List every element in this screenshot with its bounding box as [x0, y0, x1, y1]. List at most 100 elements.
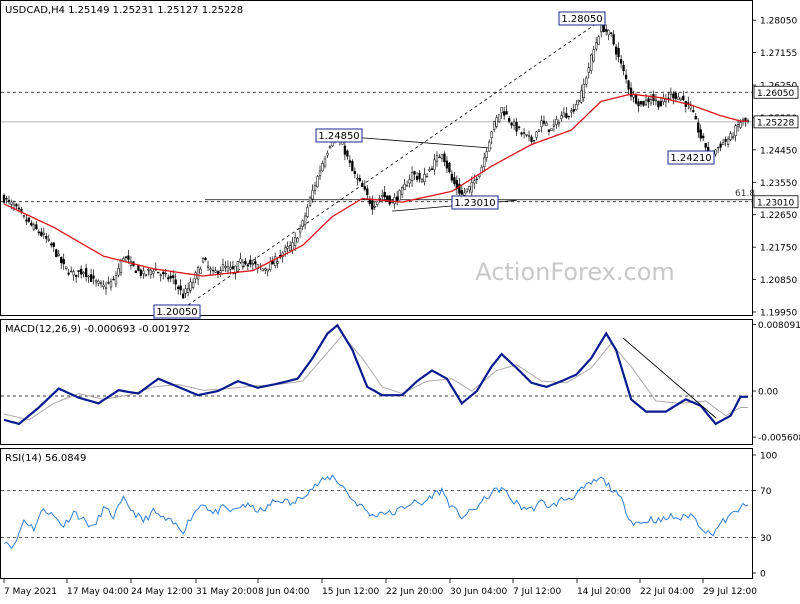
- candle-body: [692, 110, 695, 113]
- candle-body: [562, 112, 566, 118]
- candle-body: [634, 94, 638, 104]
- rsi-y-tick-label: 100: [760, 452, 777, 462]
- candle-body: [137, 265, 140, 271]
- candle-body: [433, 159, 436, 171]
- candle-body: [249, 259, 252, 265]
- rsi-y-tick-label: 30: [760, 534, 772, 544]
- price-panel-title: USDCAD,H4 1.25149 1.25231 1.25127 1.2522…: [5, 5, 243, 16]
- chart-root: ActionForex.com 1.28050 1.24850 1.24210 1.2…: [0, 0, 800, 600]
- macd-y-tick-label: 0.008091: [758, 321, 800, 331]
- level-annotation-label: 1.24850: [318, 131, 359, 142]
- candle-body: [57, 253, 60, 256]
- candle-body: [470, 182, 473, 193]
- candle-body: [25, 219, 28, 222]
- candle-body: [587, 67, 590, 73]
- candle-body: [10, 201, 13, 205]
- candle-body: [605, 29, 608, 32]
- candle-body: [201, 257, 205, 263]
- candle-body: [124, 256, 128, 259]
- candle-body: [5, 198, 8, 200]
- candle-body: [211, 269, 215, 272]
- candle-body: [366, 188, 369, 196]
- macd-y-axis: 0.008091 0.00 -0.005608: [752, 321, 800, 444]
- candle-body: [351, 160, 354, 172]
- candle-body: [627, 80, 630, 90]
- x-axis: 7 May 2021 17 May 04:00 24 May 12:00 31 May…: [3, 578, 757, 597]
- level-annotation-label: 1.23010: [454, 198, 495, 209]
- candle-body: [174, 279, 177, 285]
- level-annotation-label: 1.28050: [561, 14, 602, 25]
- candle-body: [117, 268, 120, 276]
- candle-body: [42, 232, 45, 235]
- candle-body: [72, 271, 75, 276]
- candle-body: [378, 197, 381, 200]
- candle-body: [520, 132, 523, 135]
- candle-body: [495, 117, 498, 127]
- price-tag-label: 1.25228: [757, 118, 794, 128]
- candle-body: [637, 101, 640, 107]
- candle-body: [7, 199, 11, 202]
- x-tick-label: 14 Jul 20:00: [577, 587, 631, 597]
- candle-body: [361, 182, 364, 187]
- candle-body: [149, 269, 152, 276]
- macd-y-tick-label: 0.00: [758, 388, 778, 398]
- candle-body: [264, 268, 267, 271]
- candle-body: [674, 92, 677, 99]
- x-tick-label: 22 Jul 04:00: [640, 587, 694, 597]
- candle-body: [52, 242, 55, 247]
- candle-body: [316, 176, 319, 188]
- candle-body: [527, 135, 531, 137]
- chart-svg: ActionForex.com 1.28050 1.24850 1.24210 1.2…: [0, 0, 800, 597]
- candle-body: [570, 110, 573, 113]
- candle-body: [376, 201, 379, 205]
- candle-body: [271, 261, 274, 265]
- candle-body: [70, 270, 73, 273]
- candle-body: [607, 29, 610, 35]
- candle-body: [22, 215, 26, 217]
- candle-body: [609, 32, 613, 34]
- candle-body: [346, 150, 349, 157]
- price-y-tick-label: 1.28050: [760, 17, 797, 27]
- candle-body: [65, 266, 68, 270]
- candle-body: [592, 49, 595, 62]
- candle-body: [714, 149, 717, 155]
- candle-body: [396, 196, 399, 201]
- candle-body: [582, 83, 585, 99]
- price-tag-label: 1.23010: [757, 198, 794, 208]
- candle-body: [532, 139, 536, 142]
- price-y-axis: 1.280501.271551.262501.253501.244501.235…: [752, 17, 797, 319]
- candle-body: [381, 195, 384, 197]
- candle-body: [179, 285, 182, 291]
- candle-body: [729, 133, 732, 140]
- candle-body: [739, 122, 742, 128]
- candle-body: [99, 282, 103, 284]
- candle-body: [261, 268, 264, 272]
- candle-body: [231, 266, 235, 270]
- candle-body: [373, 206, 376, 208]
- candle-body: [289, 245, 292, 251]
- candle-body: [182, 293, 185, 299]
- candle-body: [67, 272, 70, 275]
- candle-body: [619, 59, 623, 64]
- x-tick-label: 8 Jun 04:00: [258, 587, 310, 597]
- candle-body: [585, 77, 588, 85]
- candle-body: [689, 105, 692, 109]
- candle-body: [269, 261, 272, 270]
- x-tick-label: 7 May 2021: [4, 587, 57, 597]
- candle-body: [473, 180, 476, 184]
- candle-body: [659, 101, 663, 107]
- candle-body: [12, 204, 16, 209]
- candle-body: [172, 275, 175, 279]
- candle-body: [15, 203, 18, 207]
- candle-body: [734, 125, 737, 137]
- candle-body: [679, 97, 682, 101]
- rsi-panel-frame: [0, 448, 753, 579]
- candle-body: [251, 263, 254, 265]
- candle-body: [702, 135, 705, 139]
- candle-body: [142, 270, 145, 274]
- candle-body: [186, 288, 190, 293]
- candle-body: [716, 146, 720, 149]
- candle-body: [724, 139, 727, 142]
- candle-body: [400, 187, 404, 195]
- candle-body: [313, 185, 317, 191]
